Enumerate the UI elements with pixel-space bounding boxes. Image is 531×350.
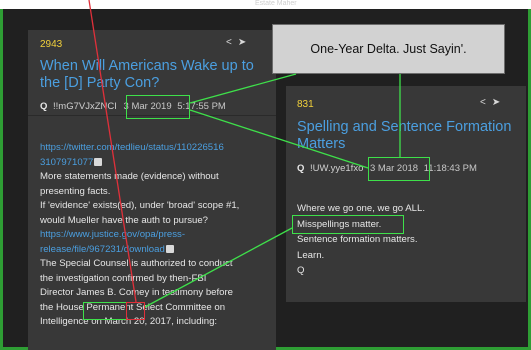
connector-red-from-top <box>88 0 137 303</box>
connector-misspellings-to-name <box>144 227 293 308</box>
connector-date-2019-to-callout <box>189 73 297 104</box>
connector-date-2019-to-date-2018 <box>189 109 369 169</box>
annotation-connectors <box>88 0 401 308</box>
